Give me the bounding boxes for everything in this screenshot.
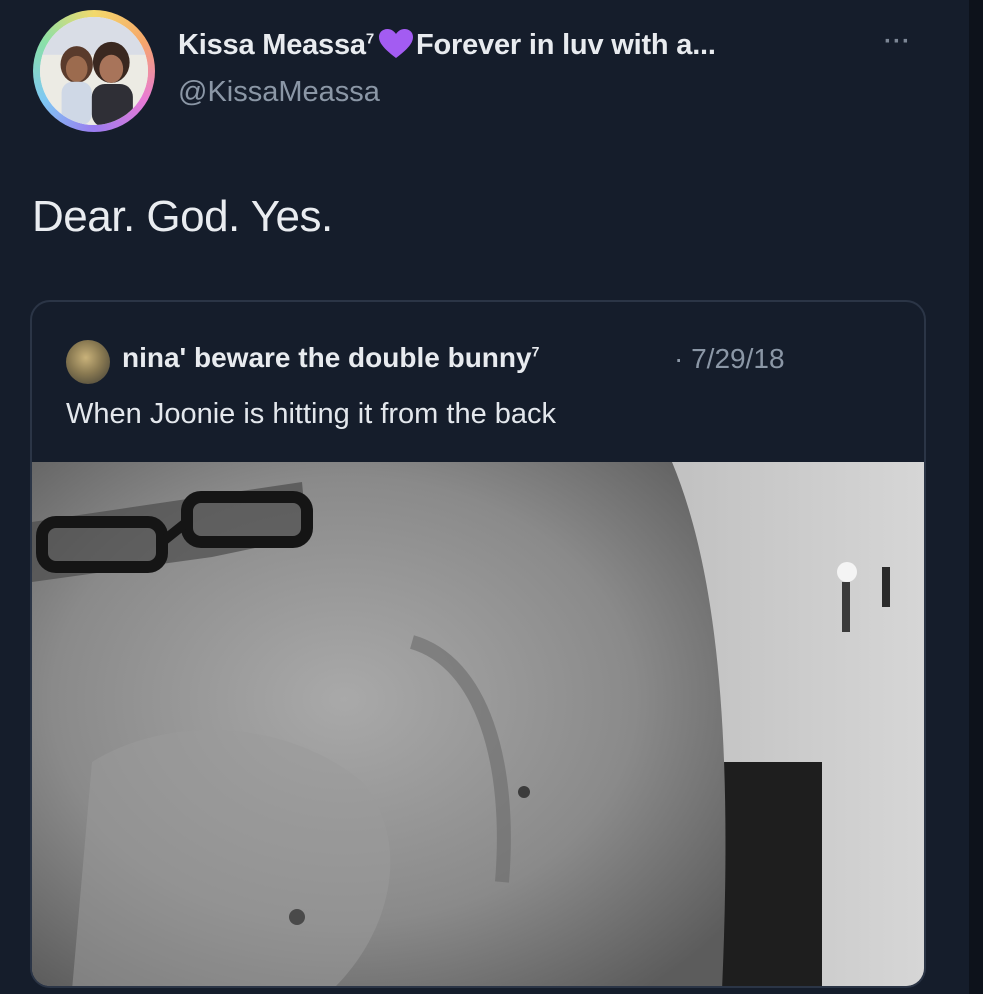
avatar[interactable] xyxy=(33,10,155,132)
quoted-author-superscript: 7 xyxy=(531,343,540,360)
user-handle[interactable]: @KissaMeassa xyxy=(178,76,380,109)
quoted-media-image[interactable] xyxy=(32,462,924,986)
profile-photo-icon xyxy=(40,17,148,125)
purple-heart-icon xyxy=(378,28,414,60)
quoted-author-name[interactable]: nina' beware the double bunny7 xyxy=(122,342,539,374)
bio-snippet: Forever in luv with a... xyxy=(416,29,716,61)
quoted-author-name-text: nina' beware the double bunny xyxy=(122,342,532,373)
more-options-icon[interactable]: ··· xyxy=(884,28,911,56)
display-name-superscript: 7 xyxy=(365,30,374,48)
quoted-tweet-text: When Joonie is hitting it from the back xyxy=(66,398,557,430)
display-name[interactable]: Kissa Meassa7 Forever in luv with a... xyxy=(178,28,716,62)
tweet[interactable]: Kissa Meassa7 Forever in luv with a... ··… xyxy=(0,0,983,994)
display-name-text: Kissa Meassa xyxy=(178,29,366,61)
tweet-text: Dear. God. Yes. xyxy=(32,192,333,241)
grayscale-photo-icon xyxy=(32,462,924,986)
quoted-author-avatar[interactable] xyxy=(66,340,110,384)
quoted-tweet-date[interactable]: · 7/29/18 xyxy=(674,343,785,375)
quoted-tweet-card[interactable]: nina' beware the double bunny7 · 7/29/18… xyxy=(30,300,926,988)
